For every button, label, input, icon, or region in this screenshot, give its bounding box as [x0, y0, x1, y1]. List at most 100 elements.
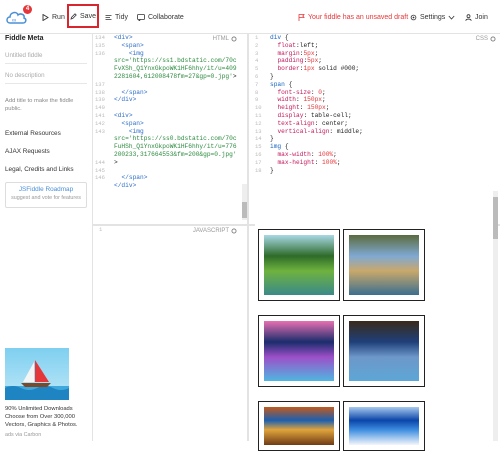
pencil-icon — [70, 12, 77, 20]
css-code-line: text-align: center; — [268, 120, 492, 128]
code-token: { — [284, 80, 293, 88]
html-code-line: <img — [112, 50, 239, 58]
html-code-line: 2281604,612008478fm=27&gp=0.jpg'> — [112, 73, 239, 81]
code-token: </div> — [114, 96, 137, 104]
css-code-line: vertical-align: middle; — [268, 128, 492, 136]
code-token: <div> — [114, 34, 133, 41]
result-image-cell — [343, 229, 425, 301]
purple-mountain-image — [264, 321, 334, 381]
roadmap-title: JSFiddle Roadmap — [18, 186, 74, 193]
legal-credits-link[interactable]: Legal, Credits and Links — [5, 166, 74, 173]
html-editor-panel[interactable]: 134 135 136 137 138 139 140 141 142 143 144 145 146 … — [93, 34, 247, 224]
css-line-number: 9 — [255, 96, 259, 104]
result-panel[interactable] — [255, 191, 498, 451]
unsaved-draft-notice[interactable]: Your fiddle has an unsaved draft — [298, 0, 408, 34]
code-token: 5px — [307, 57, 319, 65]
join-label: Join — [475, 13, 488, 21]
gear-icon[interactable] — [490, 36, 496, 42]
mountain-lake-image — [349, 235, 419, 295]
css-code-line: } — [268, 73, 492, 81]
code-token: 1px — [303, 65, 315, 73]
code-token: : center; — [314, 119, 348, 127]
css-code-line: font-size: 0; — [268, 89, 492, 97]
html-line-number: 137 — [95, 80, 105, 88]
code-token: float — [277, 41, 297, 49]
gear-icon[interactable] — [231, 228, 237, 234]
tidy-button[interactable]: Tidy — [105, 0, 128, 34]
css-line-number: 12 — [255, 119, 262, 127]
settings-menu[interactable]: Settings — [410, 0, 455, 34]
ad-via-link[interactable]: ads via Carbon — [5, 432, 41, 438]
code-token: ; — [336, 158, 341, 166]
fiddle-description-input[interactable]: No description — [5, 72, 87, 84]
html-code-line: > — [112, 159, 239, 167]
result-scrollbar-thumb[interactable] — [493, 197, 498, 239]
title-hint-text: Add title to make the fiddle public. — [5, 98, 74, 112]
html-code-line: FuHSh_Q1YnxGkpoWK1HF6hhy/it/u=776 — [112, 143, 239, 151]
html-line-number: 140 — [95, 104, 105, 112]
js-line-numbers: 1 — [93, 226, 112, 441]
css-line-number: 13 — [255, 127, 262, 135]
html-panel-label: HTML — [213, 36, 237, 42]
flag-icon — [298, 13, 305, 21]
lake-scene-image — [264, 235, 334, 295]
css-line-number: 10 — [255, 104, 262, 112]
css-code-line: padding:5px; — [268, 57, 492, 65]
save-button[interactable]: Save — [67, 4, 99, 28]
run-button[interactable]: Run — [42, 0, 65, 34]
code-token: ; — [325, 104, 330, 112]
code-token: > — [114, 158, 118, 166]
code-token: <span> — [121, 41, 144, 49]
css-code[interactable]: div { float:left; margin:5px; padding:5p… — [268, 34, 492, 174]
html-code-line: <span> — [112, 42, 239, 50]
play-icon — [42, 13, 49, 21]
roadmap-button[interactable]: JSFiddle Roadmap suggest and vote for fe… — [5, 182, 87, 208]
code-token: div — [270, 34, 282, 41]
javascript-editor-panel[interactable]: 1 JAVASCRIPT — [93, 226, 247, 441]
advertisement-text[interactable]: 90% Unlimited Downloads Choose from Over… — [5, 405, 87, 429]
css-code-line: max-width: 100%; — [268, 151, 492, 159]
html-line-number — [93, 57, 112, 65]
html-code[interactable]: <div> <span> <img src='https://ss1.bdstat… — [112, 34, 239, 190]
code-token: src='https://ss0.bdstatic.com/70c — [114, 135, 237, 143]
code-token: 2281604,612008478fm=27&gp=0.jpg' — [114, 72, 233, 80]
code-token: 150px — [303, 96, 323, 104]
settings-label: Settings — [420, 13, 446, 21]
css-line-number: 18 — [255, 166, 262, 174]
code-token: ; — [318, 57, 323, 65]
fiddle-name-input[interactable]: Untitled fiddle — [5, 52, 87, 64]
ajax-requests-link[interactable]: AJAX Requests — [5, 148, 50, 155]
code-token: margin — [277, 49, 300, 57]
html-code-line: </div> — [112, 182, 239, 190]
code-token: } — [270, 135, 274, 143]
code-token: max-height — [277, 158, 315, 166]
notification-badge[interactable]: 4 — [23, 5, 32, 14]
code-token: ; — [322, 88, 326, 96]
code-token: } — [270, 166, 274, 174]
css-line-number: 15 — [255, 143, 262, 151]
code-token: text-align — [277, 119, 315, 127]
code-token: FvXSh_Q1YnxGkpoWK1HF6hhy/it/u=409 — [114, 65, 237, 73]
css-code-line: div { — [268, 34, 492, 42]
code-token: <span> — [121, 119, 144, 127]
code-token: <img — [128, 49, 144, 57]
result-image-cell — [343, 315, 425, 387]
join-button[interactable]: Join — [465, 0, 488, 34]
collaborate-button[interactable]: Collaborate — [137, 0, 184, 34]
html-line-number: 141 — [95, 111, 105, 119]
svg-text:∞: ∞ — [12, 18, 16, 24]
css-line-number: 2 — [255, 41, 259, 49]
html-code-line: src='https://ss0.bdstatic.com/70c — [112, 135, 239, 143]
css-code-line: border:1px solid #000; — [268, 65, 492, 73]
external-resources-link[interactable]: External Resources — [5, 130, 61, 137]
html-line-number: 134 — [95, 34, 105, 41]
css-code-line: width: 150px; — [268, 96, 492, 104]
run-label: Run — [52, 13, 65, 21]
result-image-cell — [258, 315, 340, 387]
gear-icon[interactable] — [231, 36, 237, 42]
html-line-number — [93, 135, 112, 143]
html-line-number — [93, 143, 112, 151]
advertisement-image[interactable] — [5, 348, 69, 400]
css-line-number: 6 — [255, 72, 259, 80]
